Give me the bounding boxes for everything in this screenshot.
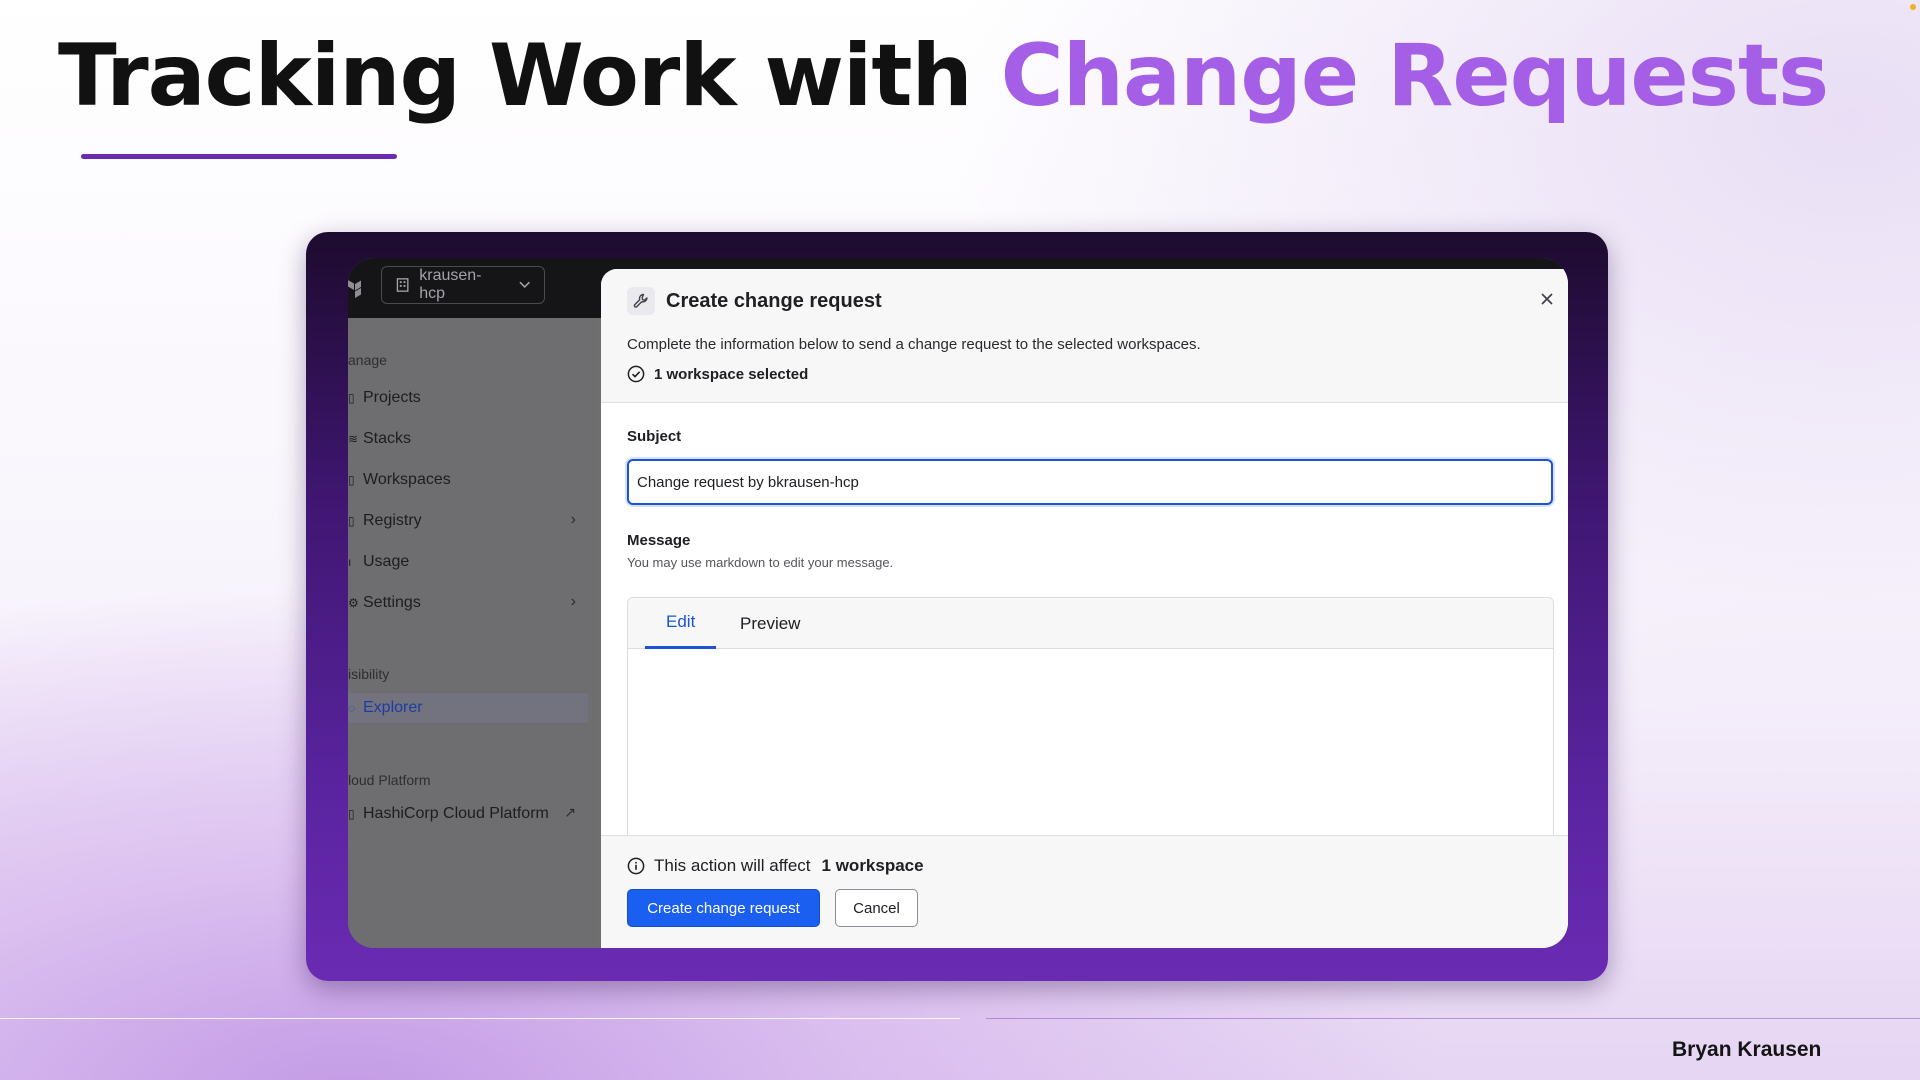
layers-icon: ≋ [348, 432, 359, 446]
sidebar-item-usage[interactable]: ı Usage [348, 547, 588, 577]
sidebar-item-label: Stacks [363, 430, 412, 447]
sidebar-item-projects[interactable]: ▯ Projects [348, 383, 588, 413]
corner-dot [1910, 4, 1916, 10]
sidebar-item-stacks[interactable]: ≋ Stacks [348, 424, 588, 454]
create-change-request-button[interactable]: Create change request [627, 889, 820, 927]
sidebar-item-label: Projects [363, 389, 421, 406]
chevron-right-icon: › [570, 593, 576, 610]
sidebar-section-manage: anage [348, 352, 387, 368]
compass-icon: ◌ [348, 701, 356, 715]
sidebar-section-cloud: loud Platform [348, 772, 431, 788]
building-icon [396, 278, 409, 292]
subject-label: Subject [627, 428, 682, 445]
message-label: Message [627, 532, 691, 549]
terraform-logo-icon [348, 278, 366, 300]
dialog-description: Complete the information below to send a… [627, 336, 1201, 353]
editor-tabs: Edit Preview [628, 598, 1553, 649]
sidebar-item-label: Settings [363, 594, 421, 611]
slide-title-main: Tracking Work with [58, 26, 1001, 126]
presenter-name: Bryan Krausen [1672, 1038, 1822, 1061]
dialog-footer: This action will affect 1 workspace Crea… [601, 835, 1568, 948]
create-change-request-dialog: Create change request Complete the infor… [601, 269, 1568, 948]
external-link-icon: ↗ [564, 804, 576, 820]
wrench-icon [627, 287, 655, 315]
info-icon [627, 857, 645, 875]
org-switcher[interactable]: krausen-hcp [381, 266, 545, 304]
sidebar-item-label: Explorer [363, 699, 423, 716]
org-name: krausen-hcp [419, 267, 482, 302]
slide-title: Tracking Work with Change Requests [58, 26, 1830, 126]
sidebar-section-visibility: isibility [348, 666, 390, 682]
sidebar-item-registry[interactable]: ▯ Registry › [348, 506, 588, 536]
message-help-text: You may use markdown to edit your messag… [627, 555, 894, 570]
cancel-button[interactable]: Cancel [835, 889, 918, 927]
registry-icon: ▯ [348, 514, 355, 528]
footer-divider-right [986, 1018, 1920, 1019]
footer-divider-left [0, 1018, 960, 1019]
chevron-down-icon [519, 281, 530, 288]
bar-icon: ı [348, 555, 352, 569]
screenshot-frame: krausen-hcp anage ▯ Projects ≋ Stacks ▯ … [306, 232, 1608, 981]
app-window: krausen-hcp anage ▯ Projects ≋ Stacks ▯ … [348, 258, 1568, 948]
file-icon: ▯ [348, 391, 355, 405]
sidebar-item-workspaces[interactable]: ▯ Workspaces [348, 465, 588, 495]
sidebar: anage ▯ Projects ≋ Stacks ▯ Workspaces ▯… [348, 318, 598, 948]
impact-text: This action will affect [654, 856, 811, 875]
chevron-right-icon: › [570, 511, 576, 528]
dialog-header: Create change request Complete the infor… [601, 269, 1568, 403]
sidebar-item-explorer[interactable]: ◌ Explorer [348, 693, 588, 723]
sidebar-item-settings[interactable]: ⚙ Settings › [348, 588, 588, 618]
gear-icon: ⚙ [348, 596, 359, 610]
close-icon[interactable] [1535, 287, 1559, 311]
subject-input[interactable] [627, 459, 1553, 505]
tab-edit[interactable]: Edit [645, 598, 717, 649]
workspace-icon: ▯ [348, 473, 355, 487]
sidebar-item-hcp[interactable]: ▯ HashiCorp Cloud Platform ↗ [348, 799, 588, 829]
cloud-icon: ▯ [348, 807, 355, 821]
sidebar-item-label: Workspaces [363, 471, 451, 488]
impact-count: 1 workspace [821, 856, 924, 875]
sidebar-item-label: Usage [363, 553, 410, 570]
sidebar-item-label: HashiCorp Cloud Platform [363, 805, 549, 822]
sidebar-item-label: Registry [363, 512, 422, 529]
impact-notice: This action will affect 1 workspace [627, 856, 924, 876]
check-circle-icon [627, 365, 645, 383]
selection-status: 1 workspace selected [627, 365, 808, 383]
selection-text: 1 workspace selected [654, 365, 809, 383]
message-editor: Edit Preview [627, 597, 1554, 858]
tab-preview[interactable]: Preview [740, 598, 800, 649]
dialog-title: Create change request [666, 290, 882, 312]
title-underline [81, 154, 397, 159]
message-textarea[interactable] [628, 649, 1553, 858]
slide-title-accent: Change Requests [1000, 26, 1830, 126]
